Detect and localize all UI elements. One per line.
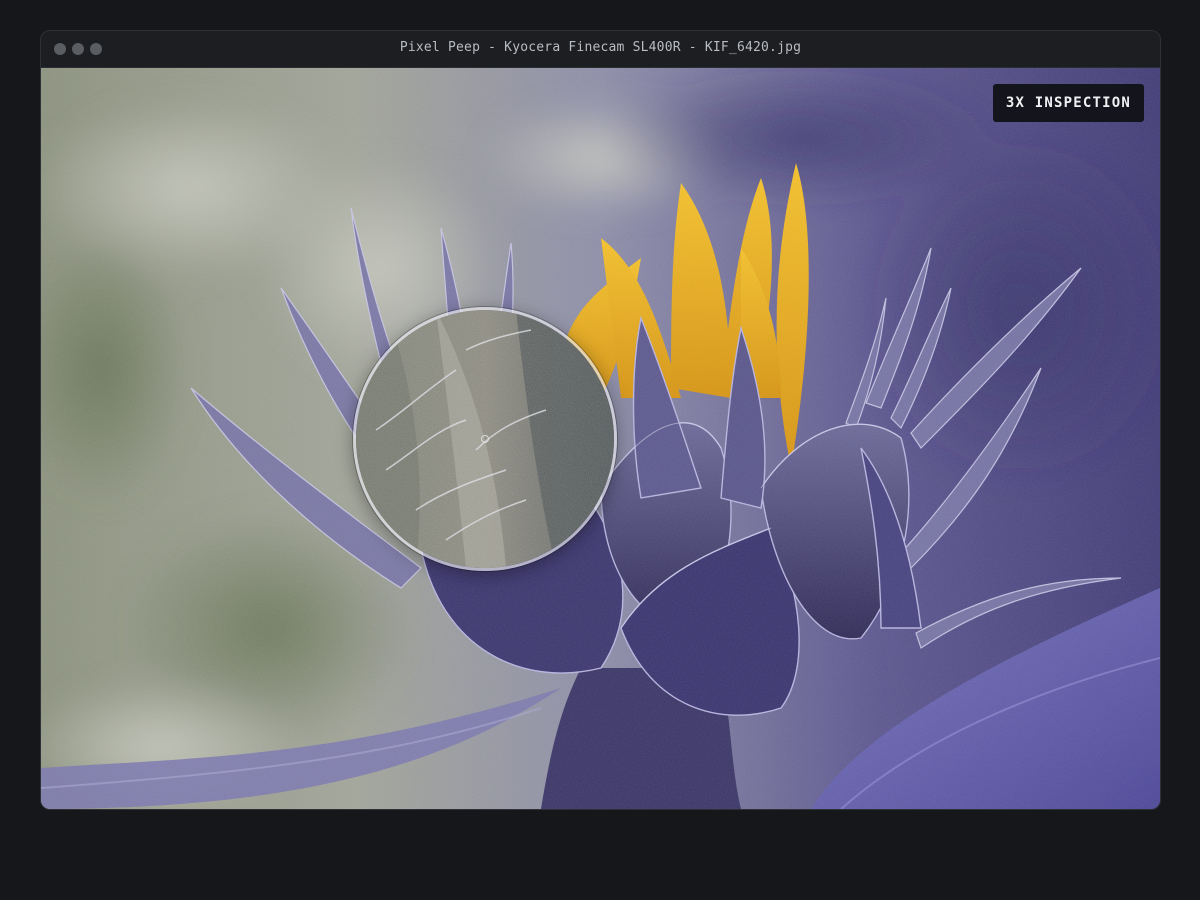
magnification-badge: 3X INSPECTION xyxy=(992,84,1144,122)
crosshair-icon xyxy=(481,435,489,443)
title-bar: Pixel Peep - Kyocera Finecam SL400R - KI… xyxy=(41,31,1160,68)
app-window: Pixel Peep - Kyocera Finecam SL400R - KI… xyxy=(40,30,1161,810)
image-viewport[interactable]: 3X INSPECTION xyxy=(41,68,1160,809)
magnifier-loupe[interactable] xyxy=(353,307,617,571)
window-title: Pixel Peep - Kyocera Finecam SL400R - KI… xyxy=(399,40,802,55)
